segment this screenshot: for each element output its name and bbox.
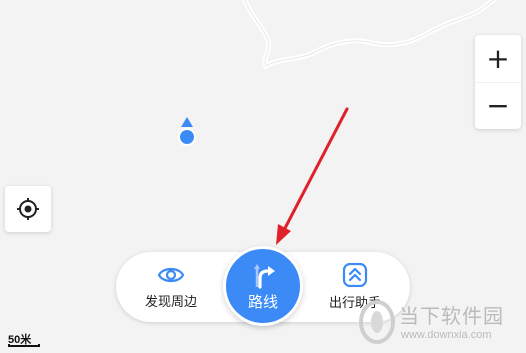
route-button[interactable]: 路线 bbox=[223, 246, 303, 326]
zoom-out-button[interactable]: − bbox=[475, 82, 521, 129]
map-road bbox=[242, 0, 498, 70]
annotation-arrow bbox=[276, 107, 349, 245]
double-chevron-up-icon bbox=[342, 263, 368, 287]
watermark-url: www.downxia.com bbox=[401, 329, 492, 341]
watermark-text: 当下软件园 bbox=[399, 306, 504, 328]
zoom-controls: + − bbox=[475, 35, 521, 129]
watermark: 当下软件园 www.downxia.com bbox=[357, 296, 523, 348]
turn-right-arrow-icon bbox=[254, 263, 275, 289]
map-scale: 50米 bbox=[8, 331, 40, 349]
eye-icon bbox=[157, 267, 185, 283]
discover-nearby-label: 发现周边 bbox=[144, 294, 197, 309]
locate-crosshair-icon bbox=[17, 198, 39, 220]
zoom-in-button[interactable]: + bbox=[475, 35, 521, 83]
watermark-logo-icon bbox=[359, 300, 395, 344]
locate-button[interactable] bbox=[5, 186, 51, 232]
location-marker bbox=[178, 117, 196, 146]
route-label: 路线 bbox=[247, 293, 278, 311]
scale-bar bbox=[8, 344, 40, 347]
discover-nearby-button[interactable]: 发现周边 bbox=[116, 252, 226, 322]
